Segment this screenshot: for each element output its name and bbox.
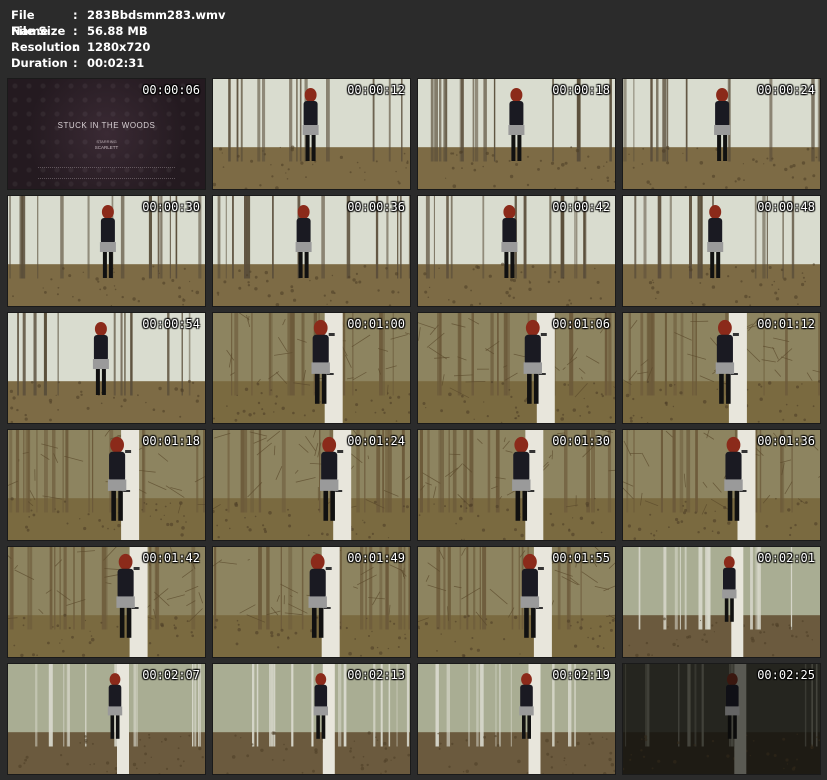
video-thumbnail[interactable]: 00:01:06 (417, 312, 616, 424)
video-thumbnail[interactable]: 00:01:12 (622, 312, 821, 424)
info-row: Duration:00:02:31 (11, 55, 226, 71)
timestamp: 00:02:25 (757, 668, 815, 682)
timestamp: 00:02:01 (757, 551, 815, 565)
info-separator: : (73, 8, 78, 22)
info-separator: : (73, 40, 78, 54)
video-thumbnail[interactable]: 00:02:19 (417, 663, 616, 775)
video-thumbnail[interactable]: 00:00:18 (417, 78, 616, 190)
card-name: SCARLETT (94, 145, 119, 150)
timestamp: 00:01:49 (347, 551, 405, 565)
video-thumbnail[interactable]: 00:01:00 (212, 312, 411, 424)
info-value: 1280x720 (87, 40, 151, 54)
video-thumbnail[interactable]: 00:02:07 (7, 663, 206, 775)
info-row: Resolution:1280x720 (11, 39, 226, 55)
info-separator: : (73, 24, 78, 38)
timestamp: 00:00:54 (142, 317, 200, 331)
timestamp: 00:00:18 (552, 83, 610, 97)
info-value: 56.88 MB (87, 24, 148, 38)
card-fine-print (38, 167, 175, 179)
timestamp: 00:01:30 (552, 434, 610, 448)
info-row: File Name:283Bbdsmm283.wmv (11, 7, 226, 38)
timestamp: 00:00:06 (142, 83, 200, 97)
video-thumbnail[interactable]: 00:01:55 (417, 546, 616, 658)
file-info-panel: File Name:283Bbdsmm283.wmv File Size:56.8… (11, 7, 226, 71)
timestamp: 00:01:36 (757, 434, 815, 448)
timestamp: 00:01:06 (552, 317, 610, 331)
timestamp: 00:00:42 (552, 200, 610, 214)
info-label: Duration (11, 56, 68, 70)
video-thumbnail[interactable]: STUCK IN THE WOODS STARRING SCARLETT 00:00:… (7, 78, 206, 190)
timestamp: 00:01:24 (347, 434, 405, 448)
timestamp: 00:00:36 (347, 200, 405, 214)
video-thumbnail[interactable]: 00:00:36 (212, 195, 411, 307)
info-label: Resolution (11, 40, 81, 54)
video-thumbnail[interactable]: 00:02:25 (622, 663, 821, 775)
timestamp: 00:02:13 (347, 668, 405, 682)
info-value: 00:02:31 (87, 56, 145, 70)
video-thumbnail[interactable]: 00:00:30 (7, 195, 206, 307)
timestamp: 00:02:19 (552, 668, 610, 682)
video-thumbnail[interactable]: 00:02:13 (212, 663, 411, 775)
video-thumbnail[interactable]: 00:01:49 (212, 546, 411, 658)
timestamp: 00:01:12 (757, 317, 815, 331)
card-starring: STARRING (96, 139, 117, 144)
info-value: 283Bbdsmm283.wmv (87, 8, 226, 22)
timestamp: 00:00:12 (347, 83, 405, 97)
timestamp: 00:01:42 (142, 551, 200, 565)
video-thumbnail[interactable]: 00:01:18 (7, 429, 206, 541)
video-thumbnail[interactable]: 00:00:24 (622, 78, 821, 190)
timestamp: 00:00:48 (757, 200, 815, 214)
video-thumbnail[interactable]: 00:01:30 (417, 429, 616, 541)
video-thumbnail[interactable]: 00:00:54 (7, 312, 206, 424)
info-label: File Name (11, 8, 49, 38)
timestamp: 00:01:18 (142, 434, 200, 448)
timestamp: 00:01:00 (347, 317, 405, 331)
video-thumbnail[interactable]: 00:01:24 (212, 429, 411, 541)
info-separator: : (73, 56, 78, 70)
timestamp: 00:00:24 (757, 83, 815, 97)
timestamp: 00:02:07 (142, 668, 200, 682)
timestamp: 00:00:30 (142, 200, 200, 214)
video-thumbnail[interactable]: 00:00:12 (212, 78, 411, 190)
thumbnail-grid: STUCK IN THE WOODS STARRING SCARLETT 00:00:… (7, 78, 821, 775)
video-thumbnail[interactable]: 00:02:01 (622, 546, 821, 658)
info-label: File Size (11, 24, 66, 38)
video-thumbnail[interactable]: 00:00:42 (417, 195, 616, 307)
timestamp: 00:01:55 (552, 551, 610, 565)
info-row: File Size:56.88 MB (11, 23, 226, 39)
video-thumbnail[interactable]: 00:00:48 (622, 195, 821, 307)
video-thumbnail[interactable]: 00:01:36 (622, 429, 821, 541)
video-thumbnail[interactable]: 00:01:42 (7, 546, 206, 658)
card-title: STUCK IN THE WOODS (57, 121, 156, 130)
